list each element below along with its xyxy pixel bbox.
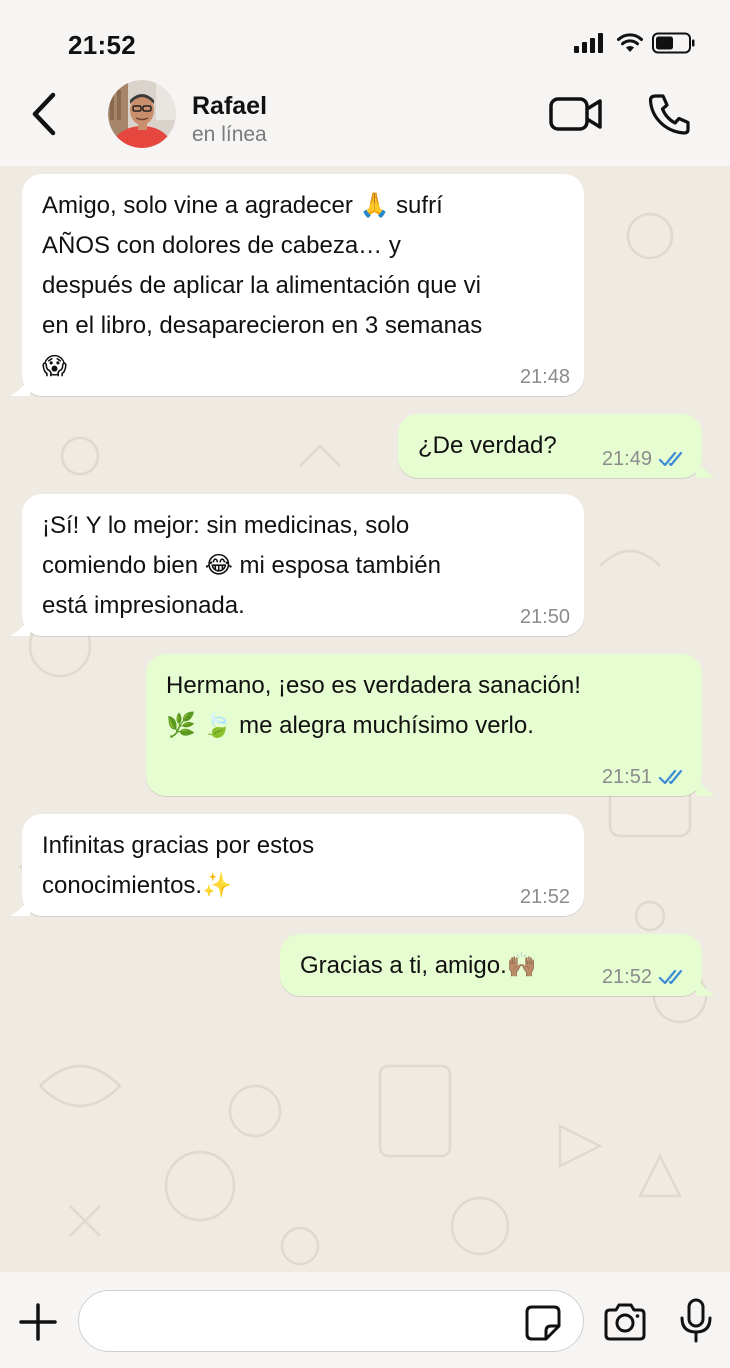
status-time: 21:52 bbox=[68, 30, 136, 60]
message-bubble-outgoing[interactable]: Hermano, ¡eso es verdadera sanación! 🌿 🍃… bbox=[146, 654, 716, 796]
message-text-line: conocimientos.✨ bbox=[42, 872, 232, 899]
microphone-button[interactable] bbox=[676, 1298, 716, 1344]
sticker-icon bbox=[525, 1305, 561, 1341]
message-text-line: 😱 bbox=[42, 352, 68, 380]
message-meta: 21:52 bbox=[520, 886, 570, 908]
contact-photo bbox=[108, 80, 176, 148]
video-call-icon bbox=[549, 97, 602, 131]
battery-icon bbox=[652, 32, 695, 54]
message-time: 21:51 bbox=[601, 766, 652, 788]
plus-icon bbox=[19, 1303, 57, 1341]
back-button[interactable] bbox=[24, 92, 64, 136]
signal-icon bbox=[574, 33, 603, 53]
message-text-line: 🌿 🍃 me alegra muchísimo verlo. bbox=[166, 712, 534, 739]
message-input[interactable] bbox=[78, 1290, 584, 1352]
message-text-line: comiendo bien 😂 mi esposa también bbox=[42, 552, 441, 579]
status-icons bbox=[574, 32, 696, 54]
bubble-tail bbox=[10, 896, 30, 916]
voice-call-button[interactable] bbox=[646, 92, 694, 136]
bubble-tail bbox=[696, 776, 716, 796]
bubble-tail bbox=[10, 376, 30, 396]
attach-button[interactable] bbox=[18, 1302, 58, 1342]
chat-area[interactable]: Amigo, solo vine a agradecer 🙏 sufrí AÑO… bbox=[0, 166, 730, 1272]
message-bubble-incoming[interactable]: ¡Sí! Y lo mejor: sin medicinas, solo com… bbox=[10, 494, 584, 636]
contact-name[interactable]: Rafael bbox=[192, 92, 267, 121]
camera-icon bbox=[604, 1303, 646, 1341]
video-call-button[interactable] bbox=[548, 94, 604, 134]
message-text-line: Amigo, solo vine a agradecer 🙏 sufrí bbox=[42, 192, 443, 219]
message-bubble-incoming[interactable]: Amigo, solo vine a agradecer 🙏 sufrí AÑO… bbox=[10, 174, 584, 396]
message-text-line: Hermano, ¡eso es verdadera sanación! bbox=[166, 672, 581, 699]
avatar[interactable] bbox=[108, 80, 176, 148]
message-text-line: Infinitas gracias por estos bbox=[42, 832, 315, 859]
message-composer bbox=[0, 1272, 730, 1368]
status-bar: 21:52 bbox=[0, 0, 730, 80]
message-text-line: ¡Sí! Y lo mejor: sin medicinas, solo bbox=[42, 512, 410, 539]
double-check-read-icon bbox=[658, 969, 683, 985]
message-bubble-outgoing[interactable]: Gracias a ti, amigo.🙌🏽 21:52 bbox=[280, 934, 716, 996]
message-meta: 21:49 bbox=[602, 448, 688, 470]
contact-status: en línea bbox=[192, 123, 267, 146]
message-time: 21:50 bbox=[519, 606, 570, 628]
message-meta: 21:50 bbox=[520, 606, 570, 628]
chevron-left-icon bbox=[32, 92, 56, 136]
message-time: 21:48 bbox=[519, 366, 570, 388]
message-bubble-incoming[interactable]: Infinitas gracias por estos conocimiento… bbox=[10, 814, 584, 916]
microphone-icon bbox=[680, 1298, 712, 1343]
message-time: 21:52 bbox=[601, 966, 652, 988]
bubble-tail bbox=[10, 616, 30, 636]
message-meta: 21:48 bbox=[520, 366, 570, 388]
message-text-line: está impresionada. bbox=[42, 592, 245, 619]
camera-button[interactable] bbox=[602, 1302, 648, 1342]
message-time: 21:52 bbox=[519, 886, 570, 908]
bubble-tail bbox=[696, 458, 716, 478]
phone-icon bbox=[648, 94, 690, 135]
message-text-line: AÑOS con dolores de cabeza… y bbox=[42, 232, 401, 259]
message-bubble-outgoing[interactable]: ¿De verdad? 21:49 bbox=[398, 414, 716, 478]
double-check-read-icon bbox=[658, 451, 683, 467]
message-text-line: después de aplicar la alimentación que v… bbox=[42, 272, 481, 299]
message-meta: 21:52 bbox=[602, 966, 688, 988]
bubble-tail bbox=[696, 976, 716, 996]
message-time: 21:49 bbox=[601, 448, 652, 470]
sticker-button[interactable] bbox=[524, 1304, 562, 1342]
wifi-icon bbox=[617, 33, 643, 52]
chat-header: Rafael en línea bbox=[0, 80, 730, 170]
message-text-line: en el libro, desaparecieron en 3 semanas bbox=[42, 312, 483, 339]
double-check-read-icon bbox=[658, 769, 683, 785]
message-meta: 21:51 bbox=[602, 766, 688, 788]
